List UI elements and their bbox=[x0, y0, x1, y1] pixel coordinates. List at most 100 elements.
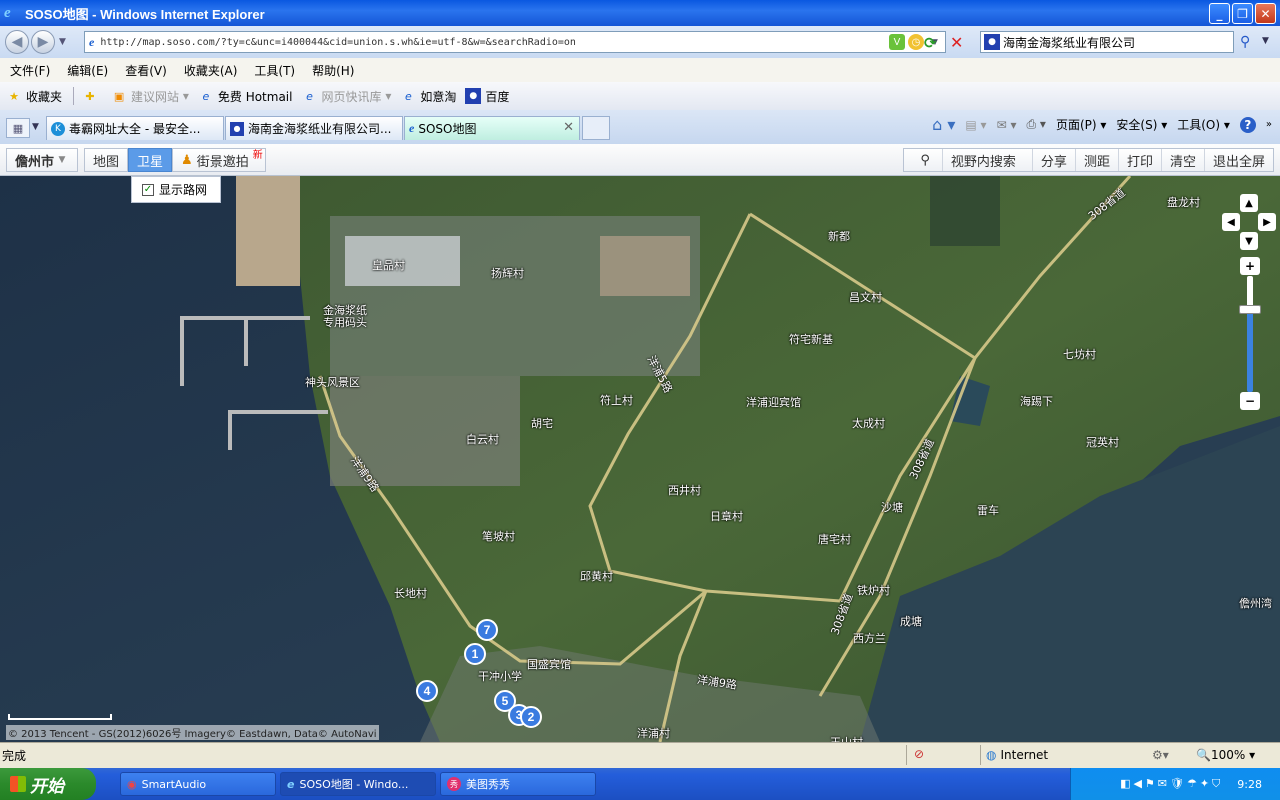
search-icon[interactable]: ⚲ bbox=[1240, 34, 1250, 50]
map-label[interactable]: 铁炉村 bbox=[857, 582, 890, 598]
city-selector[interactable]: 儋州市 ▼ bbox=[6, 148, 78, 172]
forward-button[interactable]: ▶ bbox=[31, 30, 55, 54]
quick-tabs-icon[interactable]: ▦ bbox=[6, 118, 30, 138]
map-label[interactable]: 昌文村 bbox=[849, 289, 882, 305]
map-label[interactable]: 儋州湾 bbox=[1239, 595, 1272, 611]
clock[interactable]: 9:28 bbox=[1237, 778, 1262, 791]
stop-icon[interactable]: ✕ bbox=[950, 33, 963, 52]
map-label[interactable]: 干冲小学 bbox=[478, 668, 522, 684]
map-label[interactable]: 白云村 bbox=[466, 431, 499, 447]
chevron-more-icon[interactable]: » bbox=[1266, 119, 1272, 130]
menu-view[interactable]: 查看(V) bbox=[125, 62, 167, 79]
map-label[interactable]: 盘龙村 bbox=[1167, 194, 1200, 210]
map-label[interactable]: 七坊村 bbox=[1063, 346, 1096, 362]
fav-hotmail[interactable]: e 免费 Hotmail bbox=[198, 88, 292, 105]
map-label[interactable]: 西井村 bbox=[668, 482, 701, 498]
map-label[interactable]: 符宅新基 bbox=[789, 331, 833, 347]
protected-mode-icon[interactable]: ⚙▾ bbox=[1152, 748, 1169, 762]
pan-right-icon[interactable]: ▶ bbox=[1258, 213, 1276, 231]
help-icon[interactable]: ? bbox=[1239, 116, 1256, 133]
map-label[interactable]: 胡宅 bbox=[531, 415, 553, 431]
search-in-view-button[interactable]: ⚲ 视野内搜索 bbox=[904, 149, 1032, 171]
map-label[interactable]: 皇品村 bbox=[372, 257, 405, 273]
map-pin[interactable]: 4 bbox=[416, 680, 438, 702]
map-label[interactable]: 专用码头 bbox=[323, 314, 367, 330]
share-button[interactable]: 分享 bbox=[1031, 149, 1075, 171]
task-smartaudio[interactable]: ◉ SmartAudio bbox=[120, 772, 276, 796]
page-menu[interactable]: 页面(P) ▾ bbox=[1056, 116, 1106, 133]
home-icon[interactable]: ⌂ ▾ bbox=[932, 115, 955, 134]
zoom-in-button[interactable]: + bbox=[1240, 257, 1260, 275]
print-button[interactable]: 打印 bbox=[1117, 149, 1161, 171]
streetview-button[interactable]: ♟ 街景邀拍 新 bbox=[172, 148, 266, 172]
internet-zone[interactable]: ◍ Internet bbox=[986, 748, 1048, 762]
map-label[interactable]: 海踢下 bbox=[1020, 393, 1053, 409]
map-pin[interactable]: 1 bbox=[464, 643, 486, 665]
task-soso-map[interactable]: e SOSO地图 - Windo... bbox=[280, 772, 436, 796]
tab-list-icon[interactable]: ▼ bbox=[32, 122, 39, 132]
map-label[interactable]: 太成村 bbox=[852, 415, 885, 431]
favorites-button[interactable]: ★ 收藏夹 bbox=[6, 88, 62, 105]
new-tab-button[interactable] bbox=[582, 116, 610, 140]
privacy-icon[interactable]: ⊘ bbox=[914, 747, 924, 761]
menu-tools[interactable]: 工具(T) bbox=[254, 62, 295, 79]
fav-ruyitao[interactable]: e 如意淘 bbox=[400, 88, 456, 105]
map-label[interactable]: 邱黄村 bbox=[580, 568, 613, 584]
map-label[interactable]: 神头风景区 bbox=[305, 374, 360, 390]
task-meitu[interactable]: 秀美图秀秀 bbox=[440, 772, 596, 796]
pan-up-icon[interactable]: ▲ bbox=[1240, 194, 1258, 212]
security-shield-icon[interactable]: V bbox=[889, 34, 905, 50]
map-label[interactable]: 冠英村 bbox=[1086, 434, 1119, 450]
address-input[interactable]: e http://map.soso.com/?ty=c&unc=i400044&… bbox=[84, 31, 946, 53]
pan-left-icon[interactable]: ◀ bbox=[1222, 213, 1240, 231]
tab-close-icon[interactable]: ✕ bbox=[563, 120, 574, 135]
map-label[interactable]: 洋浦村 bbox=[637, 725, 670, 741]
zoom-slider-handle[interactable] bbox=[1239, 305, 1261, 314]
map-label[interactable]: 王山村 bbox=[830, 734, 863, 742]
safety-menu[interactable]: 安全(S) ▾ bbox=[1116, 116, 1167, 133]
tab-duba[interactable]: K 毒霸网址大全 - 最安全... bbox=[46, 116, 224, 140]
map-label[interactable]: 国盛宾馆 bbox=[527, 656, 571, 672]
mail-icon[interactable]: ✉ ▾ bbox=[997, 118, 1017, 132]
close-button[interactable]: ✕ bbox=[1255, 3, 1276, 24]
refresh-icon[interactable]: ⟳ bbox=[924, 34, 937, 52]
map-label[interactable]: 唐宅村 bbox=[818, 531, 851, 547]
map-pin[interactable]: 7 bbox=[476, 619, 498, 641]
fav-web-slice[interactable]: e 网页快讯库 ▾ bbox=[301, 88, 391, 105]
exit-fullscreen-button[interactable]: 退出全屏 bbox=[1203, 149, 1273, 171]
satellite-map[interactable]: 皇品村 扬辉村 金海浆纸 专用码头 神头风景区 新都 昌文村 符宅新基 洋浦迎宾… bbox=[0, 176, 1280, 742]
zoom-out-button[interactable]: − bbox=[1240, 392, 1260, 410]
fav-baidu[interactable]: ● 百度 bbox=[465, 88, 509, 105]
back-button[interactable]: ◀ bbox=[5, 30, 29, 54]
minimize-button[interactable]: _ bbox=[1209, 3, 1230, 24]
search-provider-icon[interactable]: ● bbox=[984, 34, 1000, 50]
map-mode-button[interactable]: 地图 bbox=[84, 148, 129, 172]
map-label[interactable]: 雷车 bbox=[977, 502, 999, 518]
menu-file[interactable]: 文件(F) bbox=[10, 62, 50, 79]
restore-button[interactable]: ❐ bbox=[1232, 3, 1253, 24]
map-pin[interactable]: 2 bbox=[520, 706, 542, 728]
start-button[interactable]: 开始 bbox=[0, 768, 96, 800]
map-label[interactable]: 新都 bbox=[828, 228, 850, 244]
map-label[interactable]: 成塘 bbox=[900, 613, 922, 629]
map-label[interactable]: 洋浦迎宾馆 bbox=[746, 394, 801, 410]
pan-down-icon[interactable]: ▼ bbox=[1240, 232, 1258, 250]
search-options-icon[interactable]: ▼ bbox=[1262, 36, 1269, 46]
menu-favorites[interactable]: 收藏夹(A) bbox=[184, 62, 238, 79]
zoom-level[interactable]: 🔍100% ▾ bbox=[1196, 748, 1255, 762]
add-favorite-button[interactable]: ✚ bbox=[82, 88, 102, 104]
show-roads-toggle[interactable]: ✓ 显示路网 bbox=[131, 176, 221, 203]
map-label[interactable]: 日章村 bbox=[710, 508, 743, 524]
clear-button[interactable]: 清空 bbox=[1160, 149, 1204, 171]
map-label[interactable]: 西方兰 bbox=[853, 630, 886, 646]
tools-menu[interactable]: 工具(O) ▾ bbox=[1177, 116, 1230, 133]
recent-pages-icon[interactable]: ▼ bbox=[59, 37, 66, 47]
zoom-slider-track[interactable] bbox=[1247, 276, 1253, 392]
map-label[interactable]: 扬辉村 bbox=[491, 265, 524, 281]
tab-jinhai[interactable]: ● 海南金海浆纸业有限公司... bbox=[225, 116, 403, 140]
map-label[interactable]: 符上村 bbox=[600, 392, 633, 408]
clock-icon[interactable]: ◷ bbox=[908, 34, 924, 50]
tab-soso-map[interactable]: e SOSO地图 ✕ bbox=[404, 116, 580, 140]
menu-help[interactable]: 帮助(H) bbox=[312, 62, 354, 79]
print-icon[interactable]: ⎙ ▾ bbox=[1026, 117, 1045, 132]
